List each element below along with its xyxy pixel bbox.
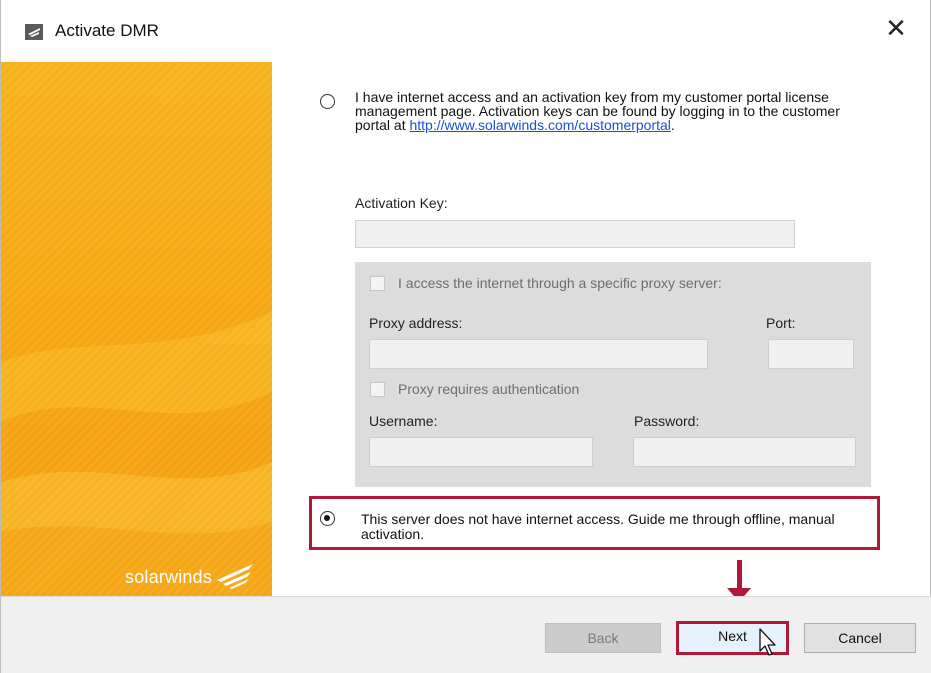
customer-portal-link[interactable]: http://www.solarwinds.com/customerportal bbox=[409, 117, 670, 133]
cancel-button[interactable]: Cancel bbox=[804, 623, 916, 653]
orange-wave-art bbox=[1, 62, 272, 596]
online-activation-suffix: . bbox=[670, 117, 675, 133]
solarwinds-logo-icon bbox=[217, 564, 253, 589]
solarwinds-logo-text: solarwinds bbox=[125, 567, 213, 587]
online-activation-description: I have internet access and an activation… bbox=[355, 90, 875, 132]
password-label: Password: bbox=[634, 413, 700, 429]
brand-side-panel: solarwinds bbox=[1, 62, 272, 596]
username-input[interactable] bbox=[369, 437, 593, 467]
proxy-port-input[interactable] bbox=[768, 339, 854, 369]
proxy-settings-group: I access the internet through a specific… bbox=[355, 262, 871, 487]
activation-options-panel: I have internet access and an activation… bbox=[272, 62, 931, 602]
offline-activation-radio[interactable] bbox=[320, 511, 335, 526]
proxy-server-label: I access the internet through a specific… bbox=[398, 275, 722, 291]
close-icon[interactable]: ✕ bbox=[882, 14, 910, 42]
proxy-server-checkbox[interactable] bbox=[370, 276, 385, 291]
proxy-auth-checkbox[interactable] bbox=[370, 382, 385, 397]
activation-key-input[interactable] bbox=[355, 220, 795, 248]
port-label: Port: bbox=[766, 315, 796, 331]
online-activation-radio[interactable] bbox=[320, 94, 335, 109]
proxy-address-label: Proxy address: bbox=[369, 315, 463, 331]
back-button[interactable]: Back bbox=[545, 623, 661, 653]
dialog-footer: Back Next Cancel bbox=[1, 596, 931, 673]
callout-arrow-shaft bbox=[737, 560, 742, 590]
password-input[interactable] bbox=[633, 437, 856, 467]
username-label: Username: bbox=[369, 413, 438, 429]
activate-dmr-dialog: Activate DMR ✕ solarwinds I have interne… bbox=[0, 0, 931, 673]
activation-key-label: Activation Key: bbox=[355, 195, 448, 211]
window-title: Activate DMR bbox=[55, 21, 159, 40]
offline-activation-text: This server does not have internet acces… bbox=[361, 511, 835, 542]
proxy-auth-label: Proxy requires authentication bbox=[398, 381, 580, 397]
mouse-pointer-icon bbox=[759, 628, 776, 656]
proxy-address-input[interactable] bbox=[369, 339, 708, 369]
solarwinds-app-icon bbox=[25, 24, 43, 40]
title-bar: Activate DMR ✕ bbox=[1, 0, 930, 62]
